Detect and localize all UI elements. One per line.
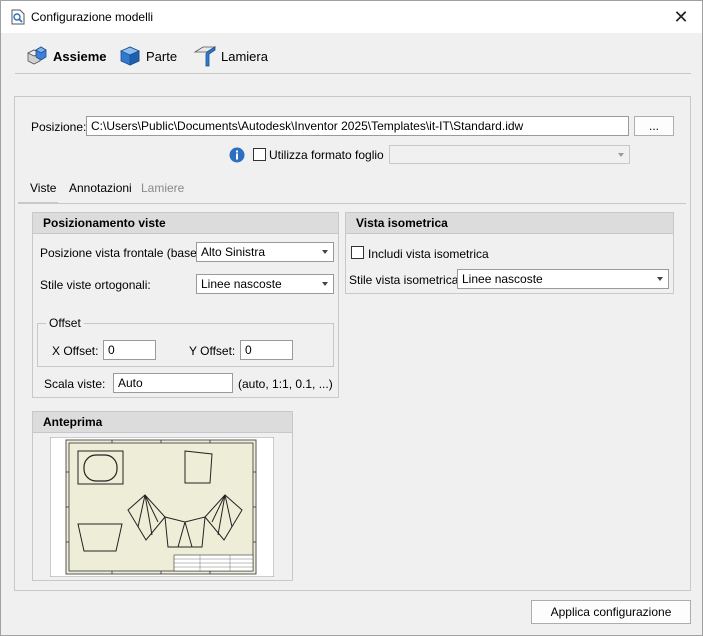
include-iso-label: Includi vista isometrica: [368, 247, 489, 261]
browse-button[interactable]: ...: [634, 116, 674, 136]
x-offset-value: 0: [108, 343, 115, 357]
part-icon: [120, 46, 140, 66]
sheet-format-combo[interactable]: [389, 145, 630, 164]
tab-assembly-label: Assieme: [53, 48, 107, 64]
app-icon: [11, 9, 25, 25]
tab-part-label: Parte: [146, 48, 178, 64]
close-button[interactable]: ✕: [668, 5, 694, 29]
front-view-value: Alto Sinistra: [201, 245, 266, 259]
dialog-window: Configurazione modelli ✕ Assieme Parte L…: [0, 0, 703, 636]
tab-part[interactable]: Parte: [118, 43, 177, 69]
y-offset-label: Y Offset:: [189, 344, 236, 358]
close-icon: ✕: [673, 7, 689, 27]
sheet-format-checkbox[interactable]: [253, 148, 266, 161]
info-icon[interactable]: [229, 147, 245, 163]
ortho-style-value: Linee nascoste: [201, 277, 282, 291]
apply-config-button[interactable]: Applica configurazione: [531, 600, 691, 624]
chevron-down-icon: [322, 282, 328, 286]
window-title: Configurazione modelli: [31, 10, 154, 24]
iso-style-value: Linee nascoste: [462, 272, 543, 286]
tab-assembly[interactable]: Assieme: [25, 43, 106, 69]
subtab-sheet-metal[interactable]: Lamiere: [141, 181, 184, 195]
preview-header: Anteprima: [33, 412, 292, 433]
ribbon: Assieme Parte Lamiera: [1, 33, 702, 78]
browse-label: ...: [648, 119, 659, 133]
tab-sheet-metal-label: Lamiera: [221, 48, 268, 64]
ortho-style-label: Stile viste ortogonali:: [40, 278, 151, 292]
sheet-format-label: Utilizza formato foglio: [269, 148, 384, 162]
apply-config-label: Applica configurazione: [550, 605, 672, 619]
scale-input[interactable]: Auto: [113, 373, 233, 393]
chevron-down-icon: [657, 277, 663, 281]
front-view-label: Posizione vista frontale (base):: [40, 246, 205, 260]
x-offset-input[interactable]: 0: [103, 340, 156, 360]
scale-value: Auto: [118, 376, 143, 390]
preview-image: [50, 437, 274, 577]
x-offset-label: X Offset:: [52, 344, 99, 358]
offset-legend: Offset: [46, 316, 84, 330]
iso-style-label: Stile vista isometrica:: [349, 273, 462, 287]
include-iso-checkbox[interactable]: [351, 246, 364, 259]
chevron-down-icon: [618, 152, 624, 157]
y-offset-input[interactable]: 0: [240, 340, 293, 360]
subtab-views[interactable]: Viste: [30, 181, 56, 195]
tab-sheet-metal[interactable]: Lamiera: [193, 43, 268, 69]
subtab-active-indicator: [18, 202, 58, 204]
sheet-metal-icon: [193, 46, 217, 67]
position-input[interactable]: C:\Users\Public\Documents\Autodesk\Inven…: [86, 116, 629, 136]
position-label: Posizione:: [31, 120, 87, 134]
scale-hint: (auto, 1:1, 0.1, ...): [238, 377, 333, 391]
iso-style-combo[interactable]: Linee nascoste: [457, 269, 669, 289]
front-view-combo[interactable]: Alto Sinistra: [196, 242, 334, 262]
position-value: C:\Users\Public\Documents\Autodesk\Inven…: [91, 119, 524, 133]
ortho-style-combo[interactable]: Linee nascoste: [196, 274, 334, 294]
view-placement-group: Posizionamento viste: [32, 212, 339, 398]
view-placement-header: Posizionamento viste: [33, 213, 338, 234]
assembly-icon: [27, 46, 47, 65]
subtab-annotations[interactable]: Annotazioni: [69, 181, 132, 195]
scale-label: Scala viste:: [44, 377, 106, 391]
ribbon-divider: [15, 73, 691, 74]
iso-view-header: Vista isometrica: [346, 213, 673, 234]
chevron-down-icon: [322, 250, 328, 254]
subtabs-divider: [18, 203, 686, 204]
y-offset-value: 0: [245, 343, 252, 357]
title-bar: Configurazione modelli ✕: [1, 1, 702, 33]
